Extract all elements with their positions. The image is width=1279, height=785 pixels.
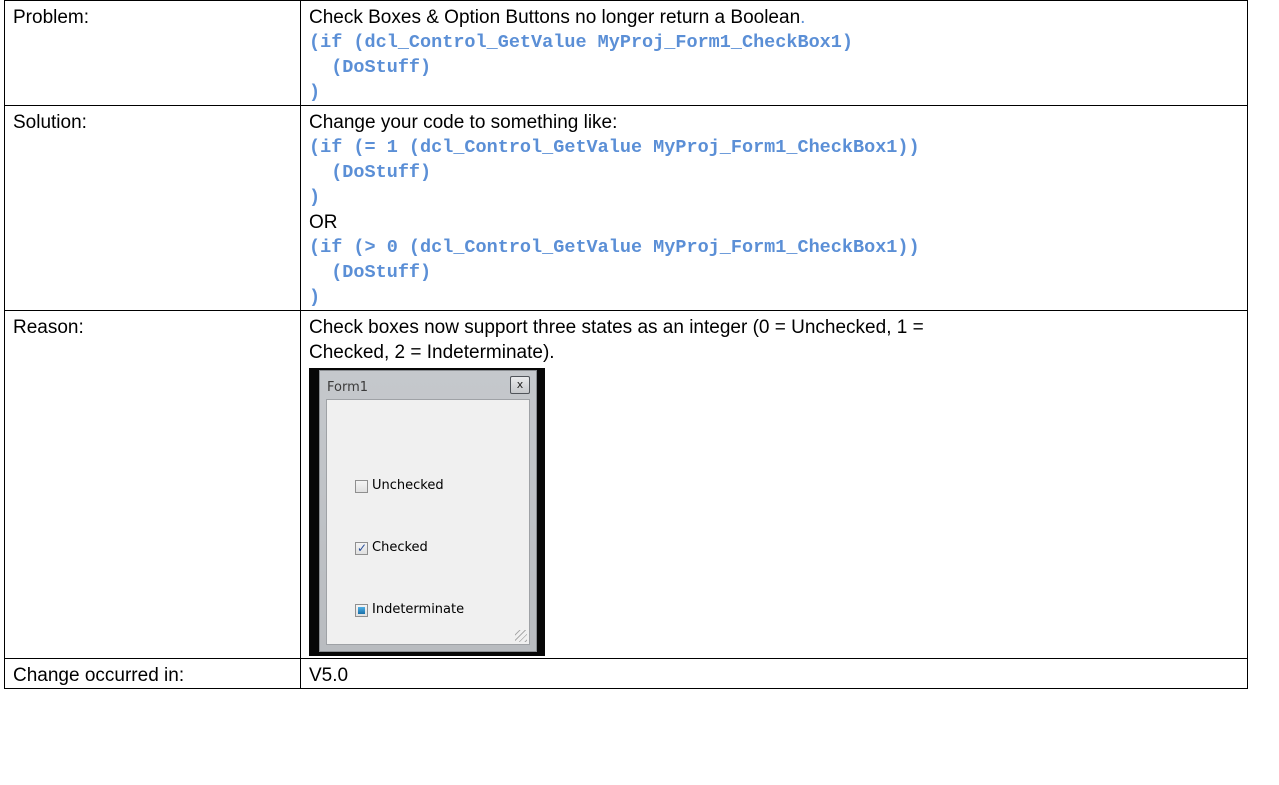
code-line: ) <box>309 287 321 308</box>
problem-text: Check Boxes & Option Buttons no longer r… <box>309 7 806 28</box>
form1-client-area: Unchecked Checked Indeterminate <box>326 399 530 645</box>
checkbox-label: Indeterminate <box>372 602 465 617</box>
checkbox-checked[interactable]: Checked <box>355 540 428 556</box>
change-row: Change occurred in: V5.0 <box>4 658 1248 689</box>
or-text: OR <box>309 212 338 233</box>
code-line: (DoStuff) <box>309 262 432 283</box>
form1-title: Form1 <box>327 380 369 395</box>
form1-screenshot: Form1 x Unchecked Checked I <box>309 368 545 656</box>
checkbox-checked-icon <box>355 540 368 556</box>
info-table: Problem: Check Boxes & Option Buttons no… <box>4 0 1248 689</box>
checkbox-label: Unchecked <box>372 478 444 493</box>
code-line: (if (= 1 (dcl_Control_GetValue MyProj_Fo… <box>309 137 920 158</box>
checkbox-indeterminate-icon <box>355 603 368 617</box>
code-line: (if (> 0 (dcl_Control_GetValue MyProj_Fo… <box>309 237 920 258</box>
change-label: Change occurred in: <box>4 658 301 689</box>
code-line: (DoStuff) <box>309 162 432 183</box>
reason-text-line2: Checked, 2 = Indeterminate). <box>309 342 555 363</box>
problem-row: Problem: Check Boxes & Option Buttons no… <box>4 0 1248 106</box>
close-icon[interactable]: x <box>510 376 530 394</box>
solution-row: Solution: Change your code to something … <box>4 105 1248 311</box>
problem-label: Problem: <box>4 0 301 106</box>
resize-grip-icon[interactable] <box>515 630 527 642</box>
solution-label: Solution: <box>4 105 301 311</box>
change-value: V5.0 <box>300 658 1248 689</box>
reason-label: Reason: <box>4 310 301 659</box>
reason-content: Check boxes now support three states as … <box>300 310 1248 659</box>
code-line: (DoStuff) <box>309 57 432 78</box>
reason-row: Reason: Check boxes now support three st… <box>4 310 1248 659</box>
code-line: ) <box>309 82 321 103</box>
code-line: (if (dcl_Control_GetValue MyProj_Form1_C… <box>309 32 853 53</box>
solution-content: Change your code to something like: (if … <box>300 105 1248 311</box>
checkbox-unchecked[interactable]: Unchecked <box>355 478 444 494</box>
solution-text: Change your code to something like: <box>309 112 618 133</box>
problem-content: Check Boxes & Option Buttons no longer r… <box>300 0 1248 106</box>
checkbox-icon <box>355 479 368 493</box>
form1-window: Form1 x Unchecked Checked I <box>319 370 537 652</box>
code-line: ) <box>309 187 321 208</box>
checkbox-indeterminate[interactable]: Indeterminate <box>355 602 464 618</box>
checkbox-label: Checked <box>372 540 428 555</box>
reason-text-line1: Check boxes now support three states as … <box>309 317 924 338</box>
